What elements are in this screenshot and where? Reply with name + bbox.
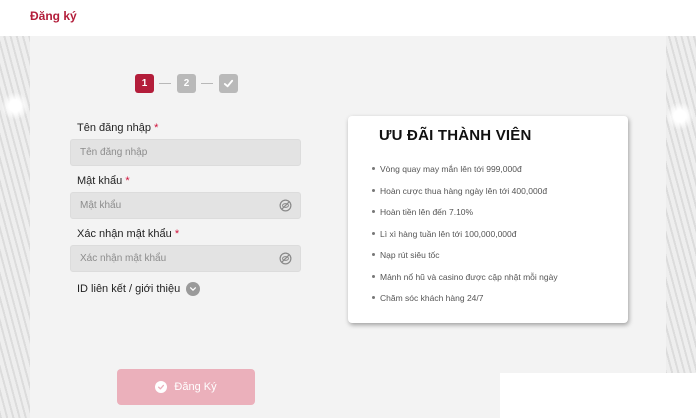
benefit-text: Lì xì hàng tuần lên tới 100,000,000đ (380, 228, 517, 239)
step-1-indicator: 1 (135, 74, 154, 93)
benefit-item: Nạp rút siêu tốc (372, 250, 558, 272)
step-3-indicator (219, 74, 238, 93)
confirm-password-input[interactable]: Xác nhận mật khẩu (70, 245, 301, 272)
benefit-text: Hoàn cược thua hàng ngày lên tới 400,000… (380, 185, 548, 196)
username-label: Tên đăng nhập * (77, 122, 158, 134)
bullet-icon (372, 167, 375, 170)
benefit-item: Chăm sóc khách hàng 24/7 (372, 293, 558, 315)
required-mark: * (125, 175, 130, 187)
header-bar: Đăng ký (0, 0, 696, 36)
benefit-item: Mảnh nổ hũ và casino được cập nhật mỗi n… (372, 272, 558, 294)
benefits-list: Vòng quay may mắn lên tới 999,000đ Hoàn … (372, 164, 558, 315)
benefit-item: Hoàn cược thua hàng ngày lên tới 400,000… (372, 186, 558, 208)
eye-slash-icon[interactable] (279, 199, 292, 212)
benefits-title: ƯU ĐÃI THÀNH VIÊN (379, 127, 532, 144)
password-input[interactable]: Mật khẩu (70, 192, 301, 219)
bullet-icon (372, 253, 375, 256)
bullet-icon (372, 188, 375, 192)
confirm-password-label-text: Xác nhận mật khẩu (77, 228, 172, 240)
password-placeholder: Mật khẩu (80, 200, 122, 211)
register-button-label: Đăng Ký (174, 381, 217, 393)
benefit-text: Hoàn tiền lên đến 7.10% (380, 207, 474, 217)
page-title: Đăng ký (30, 9, 77, 23)
bullet-icon (372, 231, 375, 235)
benefit-text: Mảnh nổ hũ và casino được cập nhật mỗi n… (380, 271, 558, 282)
eye-slash-icon[interactable] (279, 252, 292, 265)
benefit-item: Vòng quay may mắn lên tới 999,000đ (372, 164, 558, 186)
confirm-password-placeholder: Xác nhận mật khẩu (80, 253, 167, 264)
benefit-text: Vòng quay may mắn lên tới 999,000đ (380, 164, 522, 174)
check-circle-icon (155, 381, 168, 393)
confirm-password-label: Xác nhận mật khẩu * (77, 228, 179, 240)
referral-toggle[interactable]: ID liên kết / giới thiệu (77, 282, 201, 296)
benefit-item: Lì xì hàng tuần lên tới 100,000,000đ (372, 229, 558, 251)
bullet-icon (372, 296, 375, 299)
member-benefits-card: ƯU ĐÃI THÀNH VIÊN Vòng quay may mắn lên … (348, 116, 628, 323)
username-label-text: Tên đăng nhập (77, 122, 152, 134)
password-label: Mật khẩu * (77, 175, 130, 187)
bullet-icon (372, 274, 375, 278)
chevron-down-icon[interactable] (186, 282, 201, 296)
bullet-icon (372, 210, 375, 213)
check-icon (223, 79, 234, 88)
step-connector (201, 83, 213, 84)
step-connector (159, 83, 171, 84)
benefit-item: Hoàn tiền lên đến 7.10% (372, 207, 558, 229)
benefit-text: Chăm sóc khách hàng 24/7 (380, 293, 484, 303)
password-label-text: Mật khẩu (77, 175, 123, 187)
blank-area (500, 373, 696, 418)
username-placeholder: Tên đăng nhập (80, 147, 148, 158)
register-button[interactable]: Đăng Ký (117, 369, 255, 405)
benefit-text: Nạp rút siêu tốc (380, 250, 440, 260)
referral-label: ID liên kết / giới thiệu (77, 283, 181, 295)
required-mark: * (174, 228, 180, 240)
username-input[interactable]: Tên đăng nhập (70, 139, 301, 166)
step-2-indicator: 2 (177, 74, 196, 93)
required-mark: * (154, 122, 159, 134)
